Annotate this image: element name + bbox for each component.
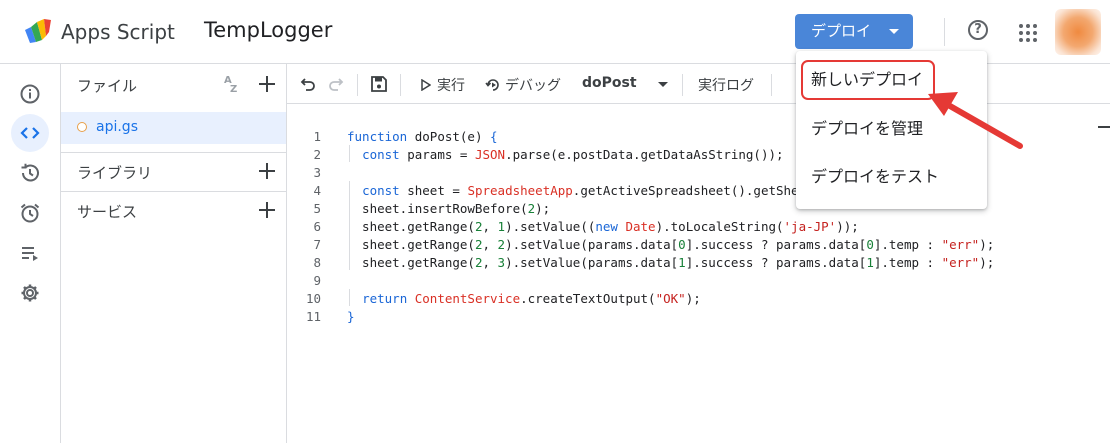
function-select-value: doPost xyxy=(582,75,637,91)
code-icon[interactable] xyxy=(11,114,49,152)
line-number: 2 xyxy=(313,147,321,162)
sort-label-bottom: Z xyxy=(230,84,238,95)
debug-button[interactable]: デバッグ xyxy=(505,75,561,95)
history-icon[interactable] xyxy=(11,154,49,192)
highlight-annotation xyxy=(801,60,935,100)
line-number: 8 xyxy=(313,255,321,270)
app-name: Apps Script xyxy=(61,20,175,44)
debug-icon xyxy=(485,79,499,91)
toolbar-divider xyxy=(771,74,772,96)
header-divider xyxy=(944,18,945,46)
line-number: 9 xyxy=(313,273,321,288)
executions-icon[interactable] xyxy=(11,234,49,272)
apps-grid-icon[interactable] xyxy=(1019,24,1037,42)
libraries-label: ライブラリ xyxy=(77,164,153,182)
line-number: 10 xyxy=(305,291,321,306)
settings-icon[interactable] xyxy=(11,274,49,312)
add-file-icon[interactable] xyxy=(259,76,275,92)
file-name: api.gs xyxy=(96,119,138,135)
add-library-icon[interactable] xyxy=(259,163,275,179)
deploy-button[interactable]: デプロイ xyxy=(795,14,913,49)
chevron-down-icon xyxy=(889,29,899,34)
files-panel: ファイル A Z api.gs ライブラリ サービス xyxy=(61,64,287,443)
help-icon[interactable]: ? xyxy=(968,20,988,40)
chevron-down-icon xyxy=(658,82,668,87)
info-icon[interactable] xyxy=(11,75,49,113)
deploy-button-label: デプロイ xyxy=(811,22,872,40)
scroll-marker xyxy=(1098,126,1110,128)
line-number: 3 xyxy=(313,165,321,180)
redo-icon[interactable] xyxy=(328,76,344,92)
toolbar-divider xyxy=(357,74,358,96)
libraries-section: ライブラリ xyxy=(61,152,286,192)
toolbar-divider xyxy=(400,74,401,96)
menu-item-test-deploy[interactable]: デプロイをテスト xyxy=(796,157,987,197)
line-number: 4 xyxy=(313,183,321,198)
line-number: 11 xyxy=(305,309,321,324)
services-section: サービス xyxy=(61,191,286,231)
project-title[interactable]: TempLogger xyxy=(204,18,332,42)
line-number: 5 xyxy=(313,201,321,216)
add-service-icon[interactable] xyxy=(259,202,275,218)
play-icon xyxy=(421,79,431,91)
red-arrow-annotation xyxy=(928,92,1023,149)
avatar[interactable] xyxy=(1055,9,1101,55)
files-header-label: ファイル xyxy=(77,77,138,95)
apps-script-logo[interactable] xyxy=(22,16,54,48)
run-button[interactable]: 実行 xyxy=(437,75,465,95)
left-nav xyxy=(0,64,61,443)
line-number: 1 xyxy=(313,129,321,144)
files-header: ファイル A Z xyxy=(61,64,286,104)
file-status-icon xyxy=(77,122,87,132)
save-icon[interactable] xyxy=(370,75,388,93)
services-label: サービス xyxy=(77,203,138,221)
execution-log-button[interactable]: 実行ログ xyxy=(698,75,754,95)
line-number: 6 xyxy=(313,219,321,234)
file-item[interactable]: api.gs xyxy=(61,112,286,144)
alarm-icon[interactable] xyxy=(11,194,49,232)
function-select[interactable]: doPost xyxy=(580,64,672,104)
undo-icon[interactable] xyxy=(300,76,316,92)
toolbar-divider xyxy=(682,74,683,96)
line-number: 7 xyxy=(313,237,321,252)
sort-az-icon[interactable]: A Z xyxy=(224,76,238,95)
